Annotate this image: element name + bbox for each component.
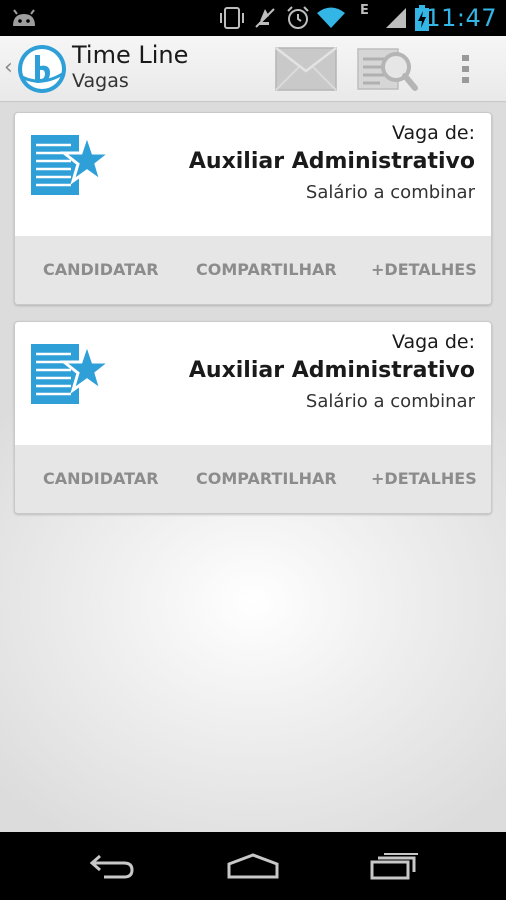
mail-button[interactable] xyxy=(270,36,342,102)
job-listing-icon xyxy=(31,133,111,195)
signal-icon xyxy=(386,8,406,28)
job-actions: CANDIDATAR COMPARTILHAR +DETALHES xyxy=(15,445,491,513)
job-label: Vaga de: xyxy=(391,331,475,353)
job-actions: CANDIDATAR COMPARTILHAR +DETALHES xyxy=(15,236,491,304)
recent-apps-button[interactable] xyxy=(355,832,435,900)
job-title: Auxiliar Administrativo xyxy=(188,149,475,174)
mute-icon xyxy=(255,8,275,28)
job-title: Auxiliar Administrativo xyxy=(188,358,475,383)
search-document-icon xyxy=(357,48,418,91)
network-type-label: E xyxy=(360,3,369,18)
share-button[interactable]: COMPARTILHAR xyxy=(196,469,337,488)
overflow-menu-button[interactable] xyxy=(446,36,486,102)
overflow-menu-icon xyxy=(462,55,469,83)
job-card[interactable]: Vaga de: Auxiliar Administrativo Salário… xyxy=(14,321,492,514)
chevron-left-icon: ‹ xyxy=(4,55,13,80)
job-list: Vaga de: Auxiliar Administrativo Salário… xyxy=(0,103,506,832)
back-icon xyxy=(89,854,134,879)
apply-button[interactable]: CANDIDATAR xyxy=(43,469,159,488)
home-up-button[interactable]: ‹ Time Line Vagas xyxy=(0,36,200,102)
app-title: Time Line xyxy=(72,41,189,69)
home-icon xyxy=(227,853,279,879)
app-subtitle: Vagas xyxy=(72,70,129,92)
share-button[interactable]: COMPARTILHAR xyxy=(196,260,337,279)
mail-icon xyxy=(275,47,337,91)
recent-apps-icon xyxy=(370,853,418,880)
apply-button[interactable]: CANDIDATAR xyxy=(43,260,159,279)
back-button[interactable] xyxy=(72,832,152,900)
search-button[interactable] xyxy=(350,36,424,102)
android-debug-icon xyxy=(13,9,35,26)
vibrate-icon xyxy=(220,7,244,29)
clock: 11:47 xyxy=(425,4,497,32)
details-button[interactable]: +DETALHES xyxy=(371,469,477,488)
alarm-icon xyxy=(287,6,309,29)
job-salary: Salário a combinar xyxy=(305,182,475,203)
job-listing-icon xyxy=(31,342,111,404)
app-logo-icon xyxy=(18,45,66,93)
job-label: Vaga de: xyxy=(391,122,475,144)
status-bar: E 11:47 xyxy=(0,0,506,36)
action-bar: ‹ Time Line Vagas xyxy=(0,36,506,102)
job-card[interactable]: Vaga de: Auxiliar Administrativo Salário… xyxy=(14,112,492,305)
home-button[interactable] xyxy=(213,832,293,900)
navigation-bar xyxy=(0,832,506,900)
wifi-icon xyxy=(317,7,345,28)
details-button[interactable]: +DETALHES xyxy=(371,260,477,279)
job-salary: Salário a combinar xyxy=(305,391,475,412)
